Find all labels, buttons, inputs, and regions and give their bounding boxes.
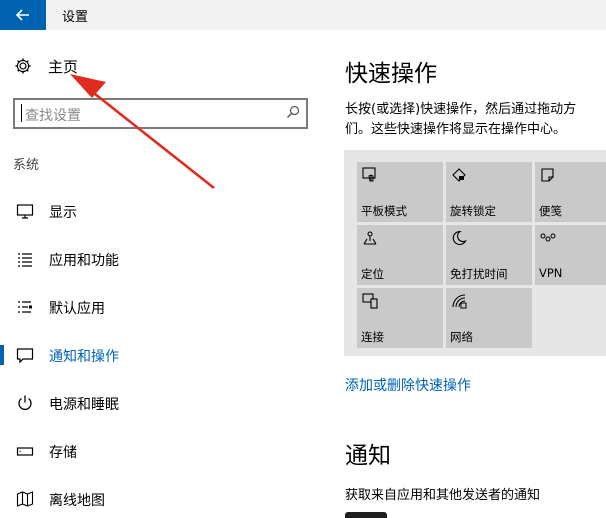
back-arrow-icon bbox=[16, 9, 29, 21]
back-button[interactable] bbox=[0, 0, 46, 30]
sidebar-item-default-apps[interactable]: 默认应用 bbox=[0, 290, 322, 324]
sidebar-item-label: 显示 bbox=[49, 205, 77, 221]
description-line: 们。这些快速操作将显示在操作中心。 bbox=[345, 122, 567, 137]
quick-action-quiet-hours[interactable]: 免打扰时间 bbox=[446, 225, 532, 285]
sidebar-item-label: 应用和功能 bbox=[49, 253, 119, 269]
rotation-lock-icon bbox=[452, 168, 466, 182]
sidebar-item-label: 通知和操作 bbox=[49, 349, 119, 365]
quick-action-label: 免打扰时间 bbox=[450, 267, 508, 281]
description-line: 长按(或选择)快速操作，然后通过拖动方 bbox=[345, 102, 577, 117]
quick-action-label: 旋转锁定 bbox=[450, 204, 496, 218]
search-icon[interactable] bbox=[286, 105, 300, 119]
search-placeholder: 查找设置 bbox=[25, 108, 81, 124]
text-caret bbox=[21, 104, 22, 122]
quiet-hours-icon bbox=[452, 230, 467, 245]
main-content: 快速操作 长按(或选择)快速操作，然后通过拖动方 们。这些快速操作将显示在操作中… bbox=[322, 30, 606, 518]
sidebar-item-label: 离线地图 bbox=[49, 493, 105, 509]
page-title: 快速操作 bbox=[345, 61, 437, 87]
quick-actions-grid: 平板模式 旋转锁定 便笺 定位 免打扰时间 VPN 连接 网络 bbox=[344, 150, 606, 356]
sidebar-item-power[interactable]: 电源和睡眠 bbox=[0, 386, 322, 420]
sidebar-home-label: 主页 bbox=[48, 57, 79, 76]
notifications-heading: 通知 bbox=[345, 443, 391, 469]
tablet-mode-icon bbox=[362, 167, 376, 182]
storage-icon bbox=[16, 447, 34, 456]
quick-actions-description: 长按(或选择)快速操作，然后通过拖动方 们。这些快速操作将显示在操作中心。 bbox=[345, 100, 606, 140]
sidebar-item-label: 电源和睡眠 bbox=[49, 397, 119, 413]
sidebar-item-notifications[interactable]: 通知和操作 bbox=[0, 338, 322, 372]
quick-action-label: VPN bbox=[539, 266, 563, 280]
sidebar-item-apps[interactable]: 应用和功能 bbox=[0, 242, 322, 276]
sidebar-item-label: 默认应用 bbox=[49, 301, 105, 317]
vpn-icon bbox=[540, 233, 556, 242]
sidebar-home[interactable]: 主页 bbox=[14, 54, 78, 78]
network-icon bbox=[452, 294, 467, 309]
add-remove-quick-actions-link[interactable]: 添加或删除快速操作 bbox=[345, 375, 471, 395]
notifications-description: 获取来自应用和其他发送者的通知 bbox=[345, 488, 541, 503]
power-icon bbox=[18, 395, 32, 410]
location-icon bbox=[363, 231, 377, 245]
quick-action-label: 网络 bbox=[450, 330, 473, 344]
selection-indicator bbox=[0, 345, 4, 365]
quick-action-label: 连接 bbox=[361, 330, 384, 344]
offline-maps-icon bbox=[16, 491, 34, 507]
note-icon bbox=[541, 168, 554, 182]
connect-icon bbox=[362, 293, 378, 309]
window-title: 设置 bbox=[62, 10, 89, 25]
notifications-toggle[interactable] bbox=[345, 512, 387, 518]
gear-icon bbox=[15, 58, 31, 74]
quick-action-rotation-lock[interactable]: 旋转锁定 bbox=[446, 162, 532, 222]
default-apps-icon bbox=[18, 301, 32, 313]
title-bar: 设置 bbox=[0, 0, 606, 30]
quick-action-connect[interactable]: 连接 bbox=[357, 288, 443, 348]
quick-action-network[interactable]: 网络 bbox=[446, 288, 532, 348]
sidebar-item-storage[interactable]: 存储 bbox=[0, 434, 322, 468]
sidebar-item-label: 存储 bbox=[49, 445, 77, 461]
quick-action-location[interactable]: 定位 bbox=[357, 225, 443, 285]
apps-list-icon bbox=[18, 253, 32, 267]
notification-icon bbox=[16, 348, 34, 364]
sidebar: 主页 查找设置 系统 显示 应用和功能 默认应用 通知和操作 电源和睡眠 存储 … bbox=[0, 30, 322, 518]
sidebar-item-display[interactable]: 显示 bbox=[0, 194, 322, 228]
quick-action-label: 定位 bbox=[361, 267, 384, 281]
sidebar-item-offline-maps[interactable]: 离线地图 bbox=[0, 482, 322, 516]
quick-action-note[interactable]: 便笺 bbox=[535, 162, 606, 222]
section-label: 系统 bbox=[13, 158, 40, 173]
quick-action-tablet-mode[interactable]: 平板模式 bbox=[357, 162, 443, 222]
display-icon bbox=[16, 204, 34, 219]
quick-action-label: 平板模式 bbox=[361, 204, 407, 218]
search-input[interactable]: 查找设置 bbox=[13, 98, 308, 129]
quick-action-vpn[interactable]: VPN bbox=[535, 225, 606, 285]
quick-action-label: 便笺 bbox=[539, 204, 562, 218]
